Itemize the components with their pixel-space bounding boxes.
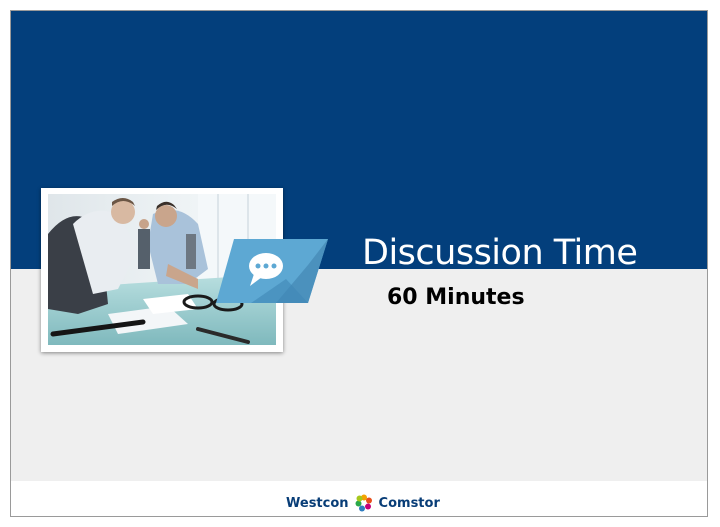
- slide-title: Discussion Time: [362, 233, 638, 273]
- logo-right-word: Comstor: [378, 495, 440, 511]
- slide-subtitle: 60 Minutes: [387, 285, 525, 310]
- logo-left-word: Westcon: [286, 495, 349, 511]
- chat-bubble-icon: [216, 239, 328, 303]
- slide: Discussion Time 60 Minutes Westcon Comst…: [10, 10, 708, 517]
- company-logo: Westcon Comstor: [286, 494, 440, 512]
- multicolor-flower-icon: [355, 494, 372, 512]
